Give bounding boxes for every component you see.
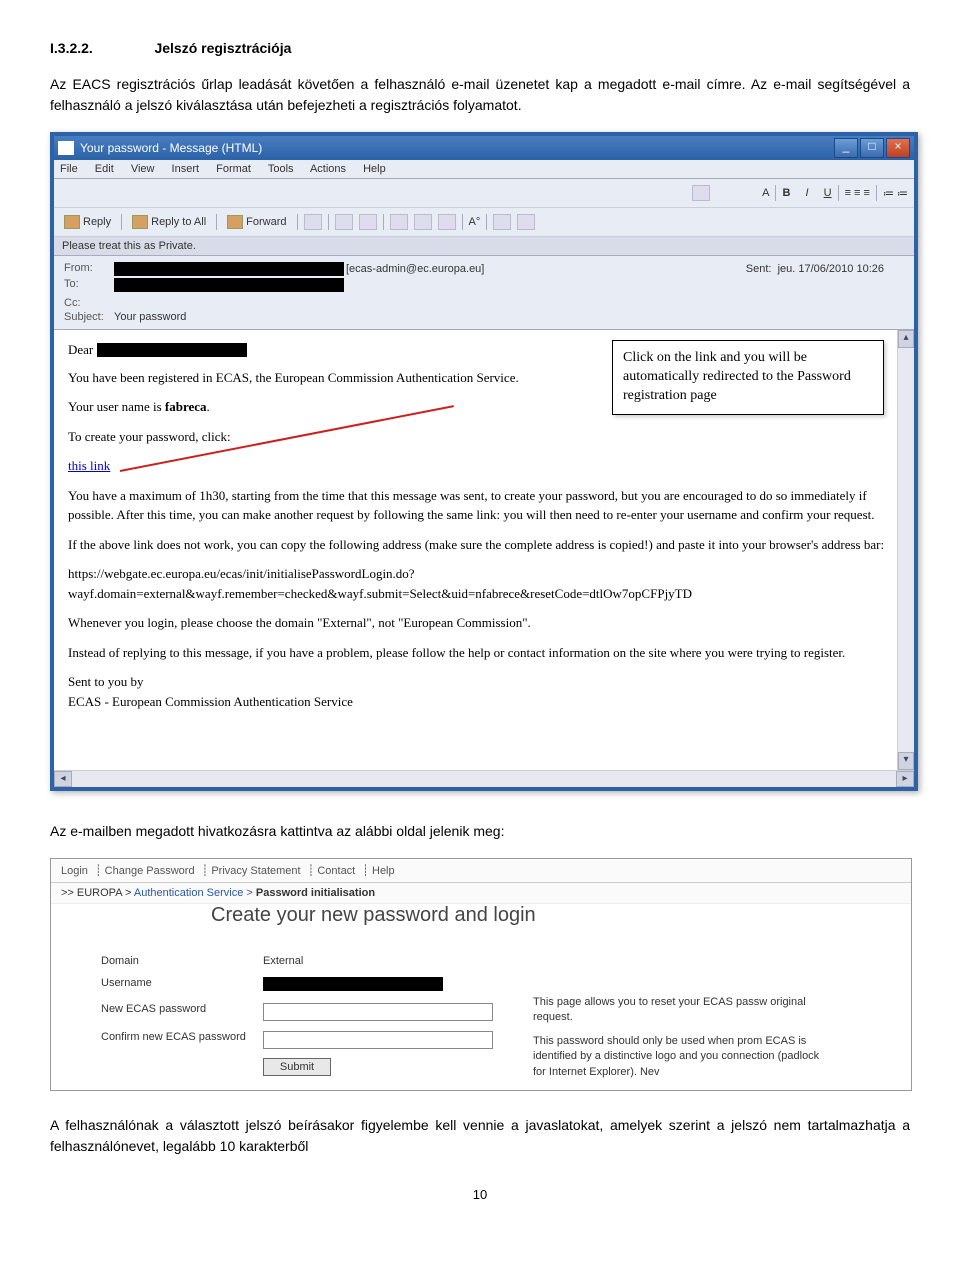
from-label: From:	[64, 262, 114, 276]
ecas-password-form: Login ┊ Change Password ┊ Privacy Statem…	[50, 858, 912, 1091]
middle-paragraph: Az e-mailben megadott hivatkozásra katti…	[50, 821, 910, 842]
from-suffix: [ecas-admin@ec.europa.eu]	[346, 263, 484, 275]
breadcrumb-current: Password initialisation	[256, 887, 375, 899]
menu-file[interactable]: File	[60, 163, 78, 175]
email-headers: From: [ecas-admin@ec.europa.eu] Sent: je…	[54, 256, 914, 330]
prev-icon[interactable]	[414, 214, 432, 230]
vertical-scrollbar[interactable]: ▴ ▾	[897, 330, 914, 770]
instruction-callout: Click on the link and you will be automa…	[612, 340, 884, 415]
scroll-up-icon[interactable]: ▴	[898, 330, 914, 348]
ecas-menu: Login ┊ Change Password ┊ Privacy Statem…	[51, 859, 911, 883]
scroll-down-icon[interactable]: ▾	[898, 752, 914, 770]
flag-icon[interactable]	[335, 214, 353, 230]
username-label: Username	[101, 977, 251, 998]
sent-value: jeu. 17/06/2010 10:26	[778, 263, 884, 275]
form-title: Create your new password and login	[211, 904, 911, 927]
next-icon[interactable]	[438, 214, 456, 230]
domain-label: Domain	[101, 955, 251, 971]
cc-label: Cc:	[64, 297, 114, 309]
closing-paragraph: A felhasználónak a választott jelszó beí…	[50, 1115, 910, 1157]
body-url1: https://webgate.ec.europa.eu/ecas/init/i…	[68, 564, 900, 584]
move-icon[interactable]	[359, 214, 377, 230]
body-p2: To create your password, click:	[68, 427, 900, 447]
delete-icon[interactable]	[390, 214, 408, 230]
greeting: Dear	[68, 340, 93, 360]
reply-all-button[interactable]: Reply to All	[128, 214, 210, 230]
misc-icon[interactable]	[493, 214, 511, 230]
mail-icon	[58, 141, 74, 155]
signoff1: Sent to you by	[68, 672, 900, 692]
menu-actions[interactable]: Actions	[310, 163, 346, 175]
menu-insert[interactable]: Insert	[172, 163, 200, 175]
intro-paragraph: Az EACS regisztrációs űrlap leadását köv…	[50, 74, 910, 116]
submit-button[interactable]: Submit	[263, 1058, 331, 1076]
subject-label: Subject:	[64, 311, 114, 323]
minimize-button[interactable]: _	[834, 138, 858, 158]
sent-label: Sent:	[746, 263, 772, 275]
window-titlebar: Your password - Message (HTML) _ □ ×	[54, 136, 914, 160]
print-icon[interactable]	[304, 214, 322, 230]
body-p6: Instead of replying to this message, if …	[68, 643, 900, 663]
ecas-menu-changepw[interactable]: Change Password	[105, 865, 195, 877]
section-number: I.3.2.2.	[50, 40, 150, 56]
window-title: Your password - Message (HTML)	[80, 141, 262, 155]
from-redacted	[114, 262, 344, 276]
reply-icon	[64, 215, 80, 229]
confirm-password-input[interactable]	[263, 1031, 493, 1049]
menu-help[interactable]: Help	[363, 163, 386, 175]
breadcrumb-link[interactable]: Authentication Service >	[134, 887, 253, 899]
username-redacted	[263, 977, 443, 991]
breadcrumb: >> EUROPA > Authentication Service > Pas…	[51, 883, 911, 904]
reply-button[interactable]: Reply	[60, 214, 115, 230]
newpw-label: New ECAS password	[101, 1003, 251, 1025]
to-redacted	[114, 278, 344, 292]
ecas-menu-help[interactable]: Help	[372, 865, 395, 877]
confirmpw-label: Confirm new ECAS password	[101, 1031, 251, 1053]
body-url2: wayf.domain=external&wayf.remember=check…	[68, 584, 900, 604]
new-password-input[interactable]	[263, 1003, 493, 1021]
body-p4: If the above link does not work, you can…	[68, 535, 900, 555]
privacy-notice: Please treat this as Private.	[54, 237, 914, 256]
reply-all-icon	[132, 215, 148, 229]
menu-view[interactable]: View	[131, 163, 155, 175]
menu-bar: File Edit View Insert Format Tools Actio…	[54, 160, 914, 179]
email-body: Click on the link and you will be automa…	[54, 330, 914, 770]
ecas-menu-privacy[interactable]: Privacy Statement	[211, 865, 300, 877]
horizontal-scrollbar[interactable]: ◂ ▸	[54, 770, 914, 787]
menu-edit[interactable]: Edit	[95, 163, 114, 175]
signoff2: ECAS - European Commission Authenticatio…	[68, 692, 900, 712]
forward-icon	[227, 215, 243, 229]
close-button[interactable]: ×	[886, 138, 910, 158]
scroll-right-icon[interactable]: ▸	[896, 771, 914, 787]
subject-value: Your password	[114, 311, 904, 323]
section-title: Jelszó regisztrációja	[154, 40, 291, 56]
form-help-text: This page allows you to reset your ECAS …	[533, 955, 833, 1080]
maximize-button[interactable]: □	[860, 138, 884, 158]
body-p5: Whenever you login, please choose the do…	[68, 613, 900, 633]
scroll-left-icon[interactable]: ◂	[54, 771, 72, 787]
font-select[interactable]	[692, 185, 710, 201]
reply-toolbar: Reply Reply to All Forward A°	[54, 208, 914, 237]
ecas-menu-login[interactable]: Login	[61, 865, 88, 877]
menu-format[interactable]: Format	[216, 163, 251, 175]
to-label: To:	[64, 278, 114, 295]
name-redacted	[97, 343, 247, 357]
formatting-toolbar: A B I U ≡ ≡ ≡ ≔ ≔	[54, 179, 914, 208]
page-number: 10	[50, 1187, 910, 1202]
outlook-message-window: Your password - Message (HTML) _ □ × Fil…	[50, 132, 918, 791]
menu-tools[interactable]: Tools	[268, 163, 294, 175]
password-link[interactable]: this link	[68, 458, 110, 473]
help-icon[interactable]	[517, 214, 535, 230]
domain-value: External	[263, 955, 493, 971]
body-p3: You have a maximum of 1h30, starting fro…	[68, 486, 900, 525]
forward-button[interactable]: Forward	[223, 214, 290, 230]
ecas-menu-contact[interactable]: Contact	[317, 865, 355, 877]
